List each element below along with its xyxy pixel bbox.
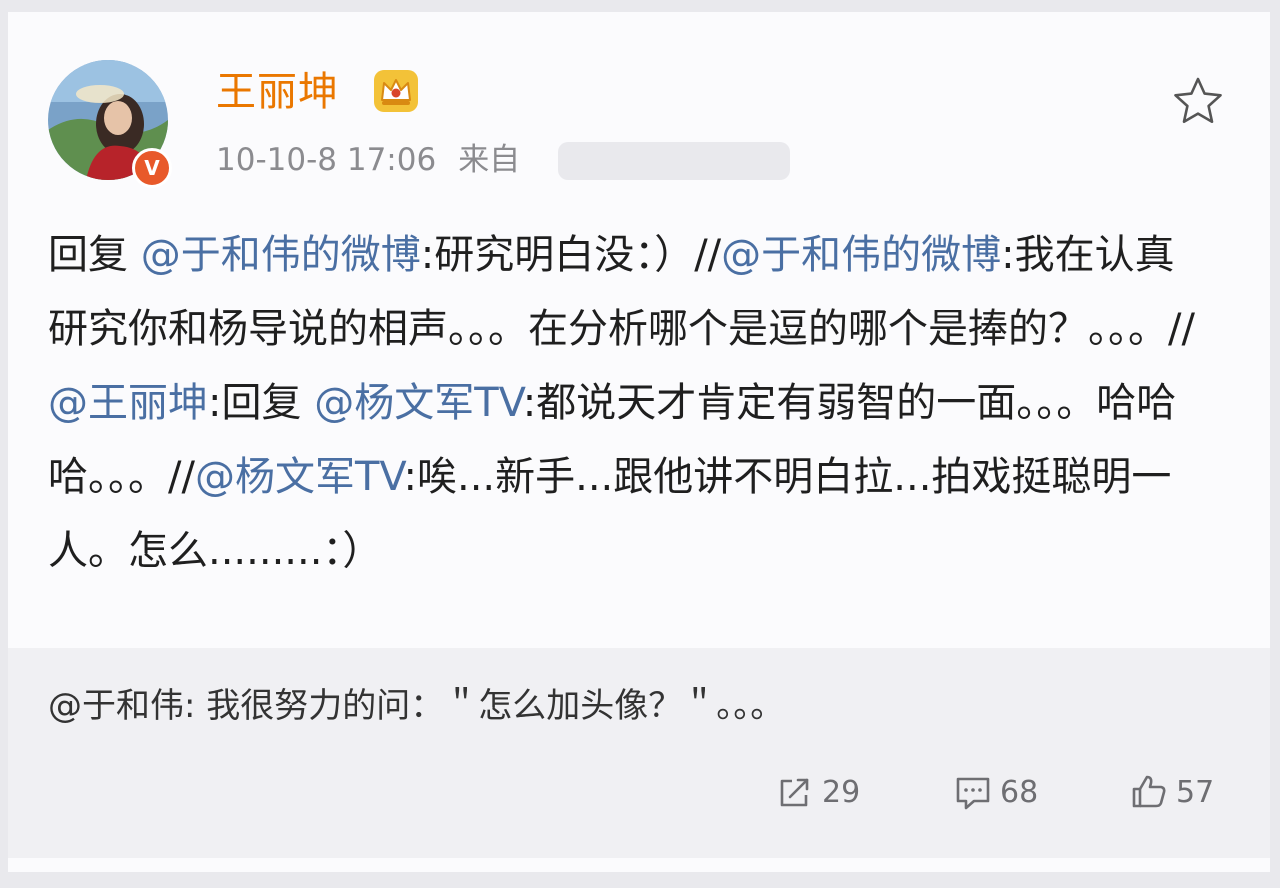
mention-link[interactable]: @王丽坤 [48, 380, 208, 426]
repost-button[interactable]: 29 [776, 770, 860, 814]
source-label: 来自 [458, 142, 521, 178]
body-segment: :研究明白没：）// [420, 232, 722, 278]
comment-count: 68 [1000, 774, 1039, 810]
thumbs-up-icon [1132, 775, 1166, 808]
post-header: V 王丽坤 10-10-8 17:06 来自 [8, 12, 1270, 212]
post-timestamp[interactable]: 10-10-8 17:06 [216, 142, 436, 178]
author-name[interactable]: 王丽坤 [216, 68, 339, 116]
comment-section: @于和伟: 我很努力的问：＂怎么加头像？＂。。。 29 68 57 [8, 648, 1270, 858]
like-button[interactable]: 57 [1130, 770, 1214, 814]
post-meta: 10-10-8 17:06 来自 [216, 140, 520, 180]
mention-link[interactable]: @于和伟的微博 [721, 232, 1001, 278]
body-segment: 回复 [48, 232, 141, 278]
crown-icon[interactable] [372, 68, 420, 114]
mention-link[interactable]: @杨文军TV [314, 380, 523, 426]
star-icon[interactable] [1170, 74, 1226, 130]
blurred-source-app [558, 142, 790, 180]
verified-badge: V [132, 148, 172, 188]
post-body: 回复 @于和伟的微博:研究明白没：）//@于和伟的微博:我在认真研究你和杨导说的… [48, 218, 1198, 588]
comment-icon [956, 777, 990, 810]
comment-button[interactable]: 68 [954, 770, 1038, 814]
weibo-post-card: V 王丽坤 10-10-8 17:06 来自 回复 @于和伟的微博:研究明白没：）… [8, 12, 1270, 872]
repost-icon [780, 778, 809, 807]
repost-count: 29 [822, 774, 861, 810]
mention-link[interactable]: @于和伟的微博 [141, 232, 421, 278]
body-segment: :回复 [208, 380, 315, 426]
comment-text[interactable]: @于和伟: 我很努力的问：＂怎么加头像？＂。。。 [48, 684, 784, 728]
mention-link[interactable]: @杨文军TV [195, 454, 404, 500]
like-count: 57 [1176, 774, 1215, 810]
